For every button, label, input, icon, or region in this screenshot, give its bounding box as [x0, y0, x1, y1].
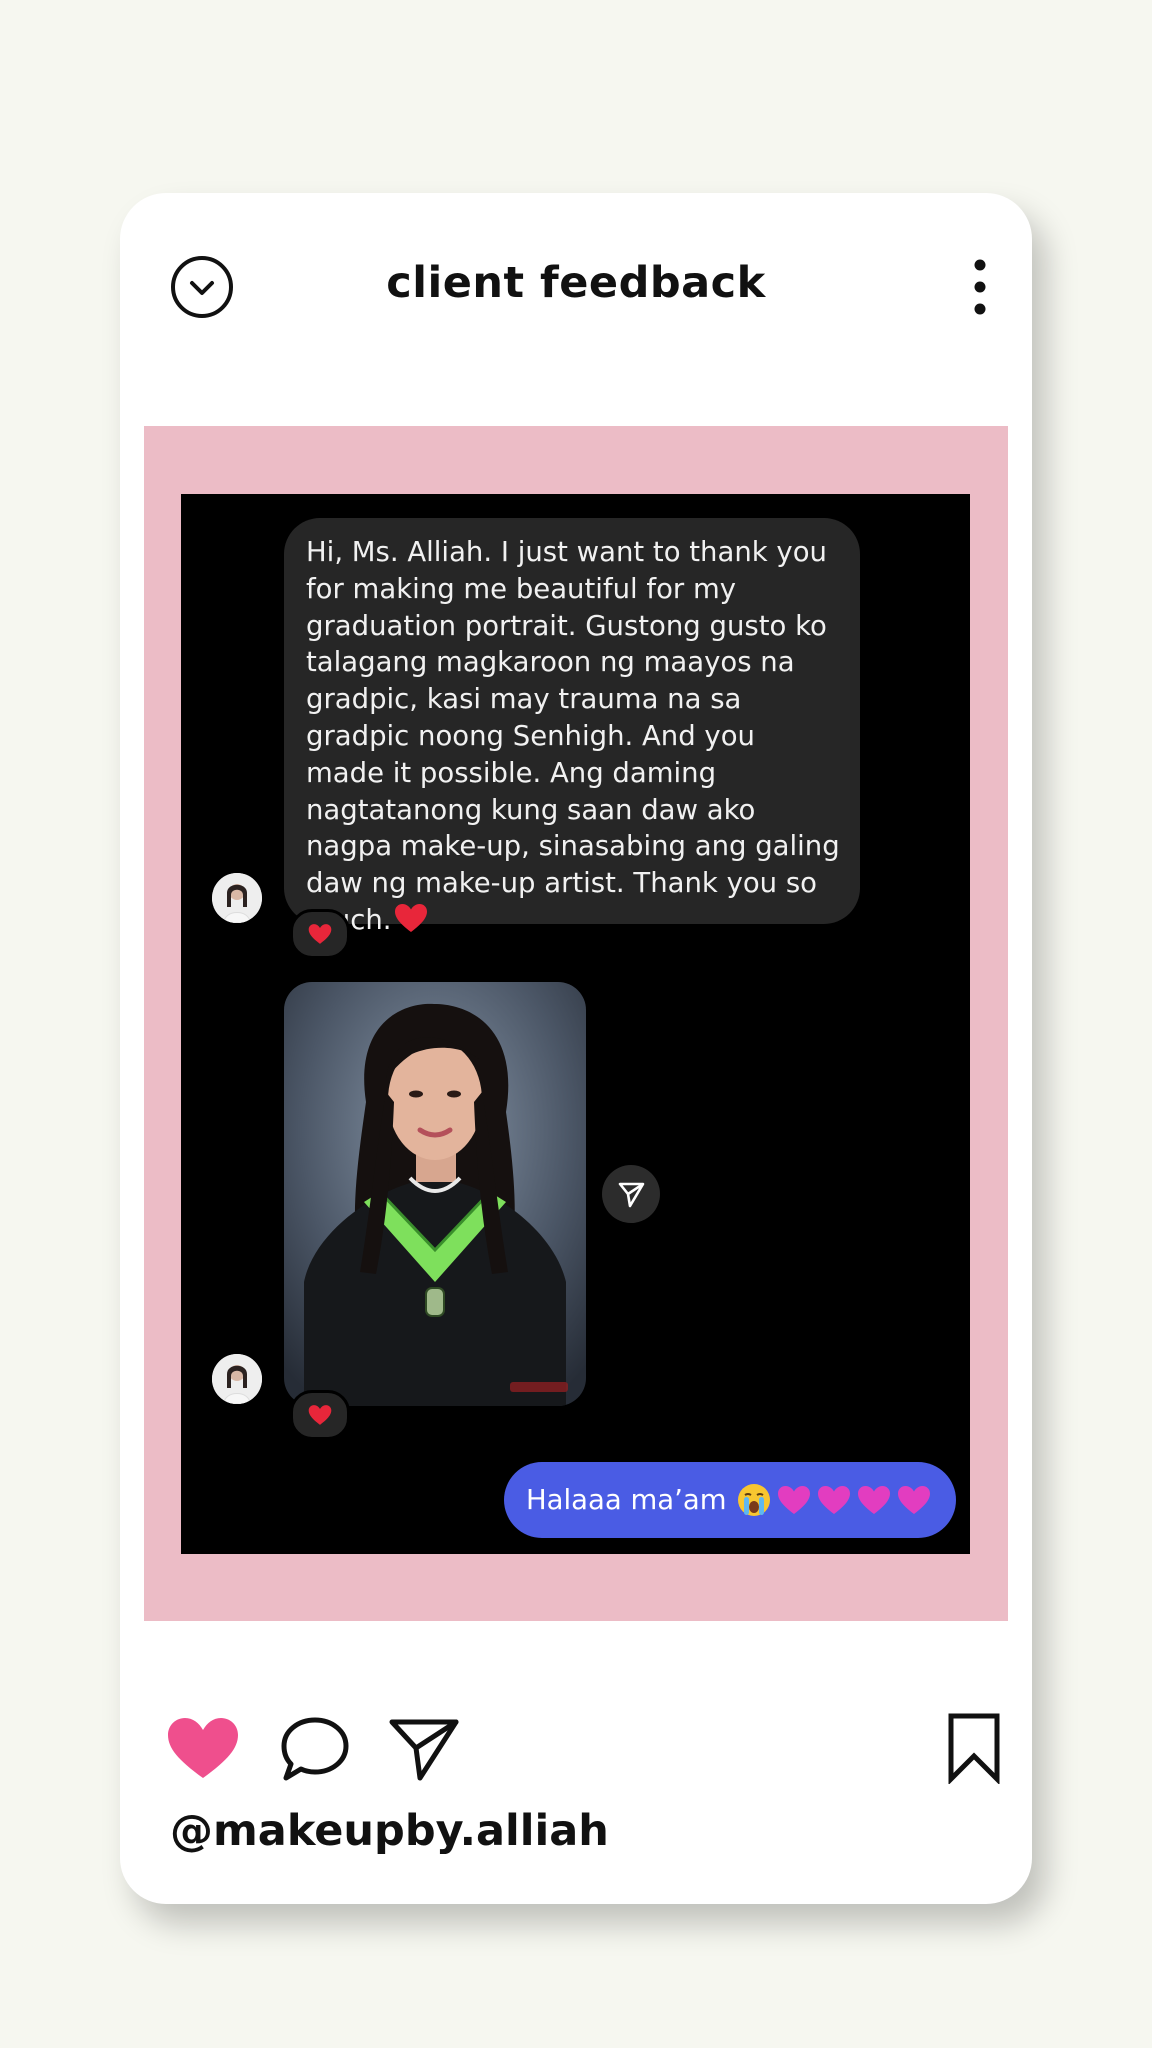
bookmark-icon[interactable]: [946, 1712, 1002, 1788]
share-icon[interactable]: [602, 1165, 660, 1223]
page-title: client feedback: [386, 258, 766, 308]
sent-message-bubble: Halaaa ma’am: [504, 1462, 956, 1538]
received-message-bubble: Hi, Ms. Alliah. I just want to thank you…: [284, 518, 860, 936]
pink-heart-emoji: [777, 1485, 811, 1515]
account-username[interactable]: @makeupby.alliah: [170, 1806, 609, 1856]
pink-heart-emoji: [897, 1485, 931, 1515]
red-heart-emoji: [394, 903, 427, 932]
heart-reaction[interactable]: [290, 909, 350, 959]
sent-message-text: Halaaa ma’am: [526, 1484, 727, 1516]
sender-avatar-2[interactable]: [212, 1354, 262, 1404]
like-heart-icon[interactable]: [166, 1716, 240, 1784]
crying-face-emoji: [737, 1483, 771, 1517]
send-icon[interactable]: [388, 1716, 460, 1786]
graduation-photo[interactable]: [284, 982, 586, 1406]
heart-reaction-2[interactable]: [290, 1390, 350, 1440]
pink-heart-emoji: [857, 1485, 891, 1515]
received-message-text: Hi, Ms. Alliah. I just want to thank you…: [306, 536, 840, 936]
comment-icon[interactable]: [280, 1716, 350, 1786]
pink-heart-emoji: [817, 1485, 851, 1515]
chevron-down-circle-icon[interactable]: [170, 255, 234, 319]
more-options-icon[interactable]: [960, 255, 1000, 319]
sender-avatar[interactable]: [212, 873, 262, 923]
